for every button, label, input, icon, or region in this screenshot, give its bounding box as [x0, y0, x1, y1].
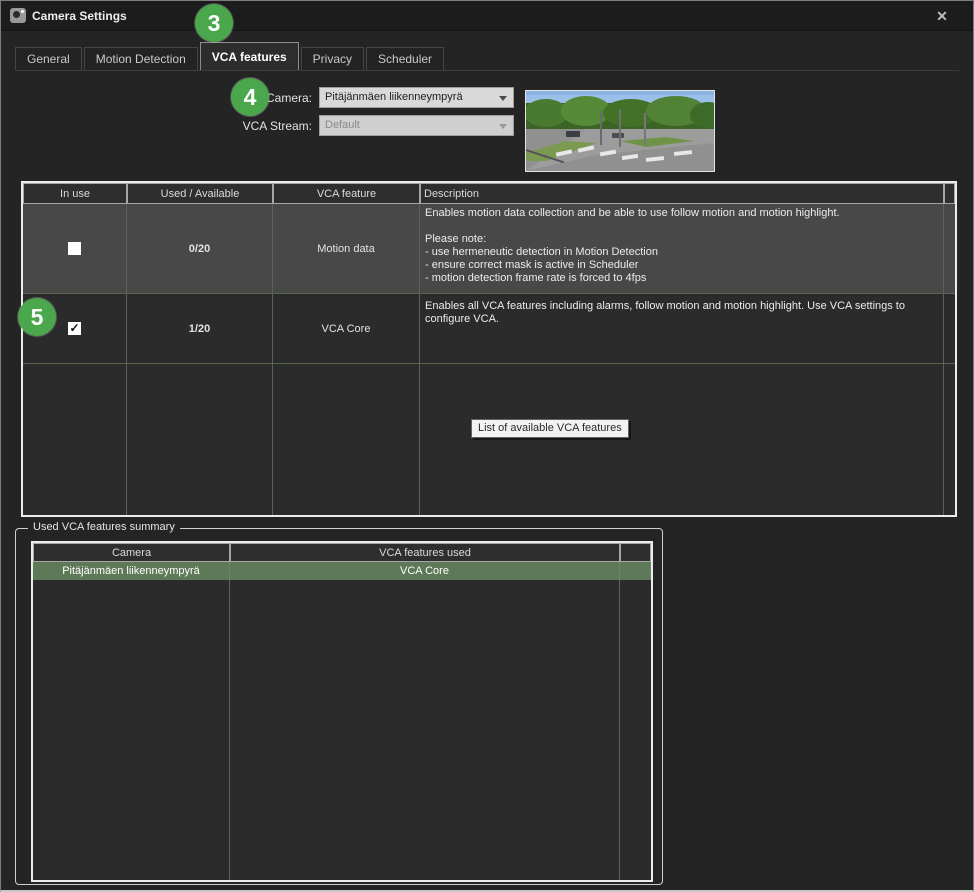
feature-table-header: In use Used / Available VCA feature Desc…: [23, 183, 955, 204]
used-vca-summary-table: Camera VCA features used Pitäjänmäen lii…: [31, 541, 653, 882]
summary-features-used: VCA Core: [230, 562, 620, 580]
header-vca-feature: VCA feature: [273, 183, 420, 204]
vca-core-feature: VCA Core: [273, 294, 420, 363]
row-gutter: [944, 204, 955, 293]
title-bar: Camera Settings ✕: [1, 1, 973, 31]
header-description: Description: [420, 183, 944, 204]
tooltip: List of available VCA features: [471, 419, 629, 438]
table-empty-area: [23, 363, 955, 515]
chevron-down-icon: [499, 96, 507, 101]
row-gutter: [944, 294, 955, 363]
group-title: Used VCA features summary: [28, 521, 180, 533]
summary-header-gutter: [620, 543, 651, 562]
summary-header-row: Camera VCA features used: [33, 543, 651, 562]
vca-core-used: 1/20: [127, 294, 273, 363]
chevron-down-icon: [499, 124, 507, 129]
camera-settings-dialog: Camera Settings ✕ 3 4 5 General Motion D…: [0, 0, 974, 892]
vca-stream-select-value: Default: [325, 119, 360, 131]
header-used-available: Used / Available: [127, 183, 273, 204]
motion-data-description: Enables motion data collection and be ab…: [420, 204, 944, 293]
motion-data-feature: Motion data: [273, 204, 420, 293]
camera-preview-scene: [526, 91, 714, 171]
camera-preview-image: [525, 90, 715, 172]
table-row-vca-core[interactable]: 1/20 VCA Core Enables all VCA features i…: [23, 293, 955, 363]
summary-camera-name: Pitäjänmäen liikenneympyrä: [33, 562, 230, 580]
tab-privacy[interactable]: Privacy: [301, 47, 364, 70]
tab-scheduler[interactable]: Scheduler: [366, 47, 444, 70]
tab-motion-detection[interactable]: Motion Detection: [84, 47, 198, 70]
annotation-step-3: 3: [195, 4, 233, 42]
summary-header-features-used: VCA features used: [230, 543, 620, 562]
annotation-step-4: 4: [231, 78, 269, 116]
header-in-use: In use: [23, 183, 127, 204]
camera-app-icon: [10, 8, 26, 23]
vca-core-description: Enables all VCA features including alarm…: [420, 294, 944, 363]
camera-select-value: Pitäjänmäen liikenneympyrä: [325, 91, 463, 103]
summary-row-selected[interactable]: Pitäjänmäen liikenneympyrä VCA Core: [33, 562, 651, 580]
vca-feature-table: In use Used / Available VCA feature Desc…: [21, 181, 957, 517]
close-icon[interactable]: ✕: [933, 7, 951, 25]
vca-stream-select-disabled: Default: [319, 115, 514, 136]
tab-vca-features[interactable]: VCA features: [200, 42, 299, 70]
window-title: Camera Settings: [32, 9, 127, 23]
tab-general[interactable]: General: [15, 47, 82, 70]
tab-strip: General Motion Detection VCA features Pr…: [15, 42, 959, 71]
table-row-motion-data[interactable]: 0/20 Motion data Enables motion data col…: [23, 204, 955, 293]
vca-core-checkbox[interactable]: [68, 322, 81, 335]
summary-empty-area: [33, 580, 651, 880]
motion-data-used: 0/20: [127, 204, 273, 293]
summary-header-camera: Camera: [33, 543, 230, 562]
motion-data-checkbox[interactable]: [68, 242, 81, 255]
vca-stream-label: VCA Stream:: [200, 119, 312, 133]
camera-select[interactable]: Pitäjänmäen liikenneympyrä: [319, 87, 514, 108]
header-gutter: [944, 183, 955, 204]
annotation-step-5: 5: [18, 298, 56, 336]
